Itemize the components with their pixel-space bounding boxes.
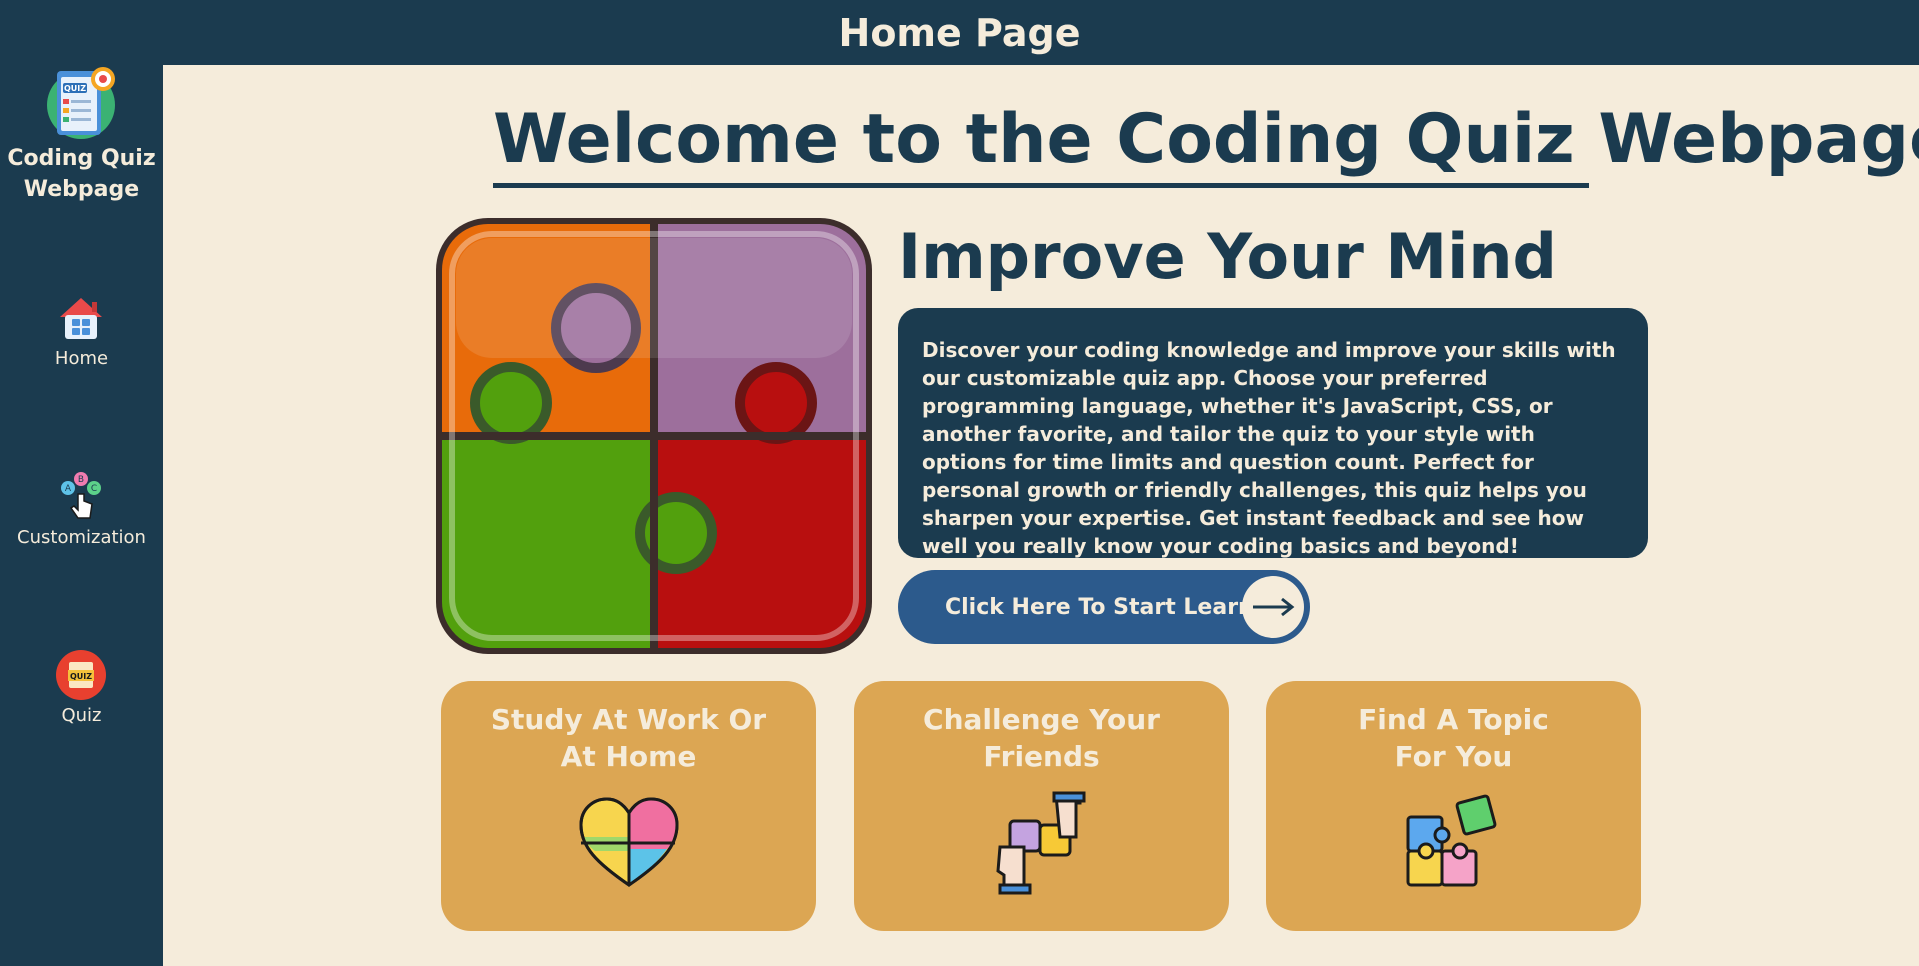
welcome-heading: Welcome to the Coding Quiz Webpage: [493, 98, 1919, 188]
sidebar-item-label: Customization: [17, 527, 146, 548]
card-title: Find A Topic For You: [1266, 701, 1641, 775]
arrow-right-icon: [1242, 576, 1304, 638]
card-title-line2: For You: [1394, 740, 1513, 773]
feature-card-topic: Find A Topic For You: [1266, 681, 1641, 931]
svg-text:C: C: [91, 484, 97, 494]
card-title-line1: Study At Work Or: [490, 703, 767, 736]
description-text: Discover your coding knowledge and impro…: [922, 338, 1616, 558]
sidebar-item-label: Home: [54, 348, 109, 369]
page-title: Home Page: [838, 10, 1081, 55]
card-title-line2: At Home: [560, 740, 697, 773]
svg-text:A: A: [65, 484, 72, 494]
feature-card-study: Study At Work Or At Home: [441, 681, 816, 931]
home-icon: [60, 298, 102, 339]
card-title-line2: Friends: [983, 740, 1100, 773]
brand-name-line1: Coding Quiz: [7, 146, 156, 171]
feature-card-challenge: Challenge Your Friends: [854, 681, 1229, 931]
start-learning-label: Click Here To Start Learning: [945, 594, 1293, 620]
quiz-icon: QUIZ: [56, 650, 106, 700]
card-title-line1: Challenge Your: [923, 703, 1160, 736]
section-heading: Improve Your Mind: [898, 220, 1557, 293]
card-title: Challenge Your Friends: [854, 701, 1229, 775]
svg-text:QUIZ: QUIZ: [70, 672, 92, 681]
start-learning-button[interactable]: Click Here To Start Learning: [898, 570, 1310, 644]
puzzle-heart-icon: [579, 797, 679, 887]
abc-pointer-icon: A B C: [61, 472, 101, 519]
brand-name-line2: Webpage: [23, 177, 140, 202]
card-title: Study At Work Or At Home: [441, 701, 816, 775]
brand-name: Coding Quiz Webpage: [0, 143, 163, 205]
description-box: Discover your coding knowledge and impro…: [898, 308, 1648, 558]
card-title-line1: Find A Topic: [1358, 703, 1549, 736]
puzzle-hands-icon: [996, 791, 1086, 895]
top-bar: Home Page: [0, 0, 1919, 65]
svg-text:QUIZ: QUIZ: [64, 84, 86, 93]
sidebar-item-label: Quiz: [61, 705, 102, 726]
puzzle-hero-icon: [436, 218, 872, 654]
puzzle-pieces-icon: [1406, 794, 1497, 887]
svg-text:B: B: [78, 475, 84, 485]
quiz-logo-icon: QUIZ: [47, 67, 115, 139]
sidebar: QUIZ Coding Quiz Webpage Home A B C Cust…: [0, 65, 163, 966]
